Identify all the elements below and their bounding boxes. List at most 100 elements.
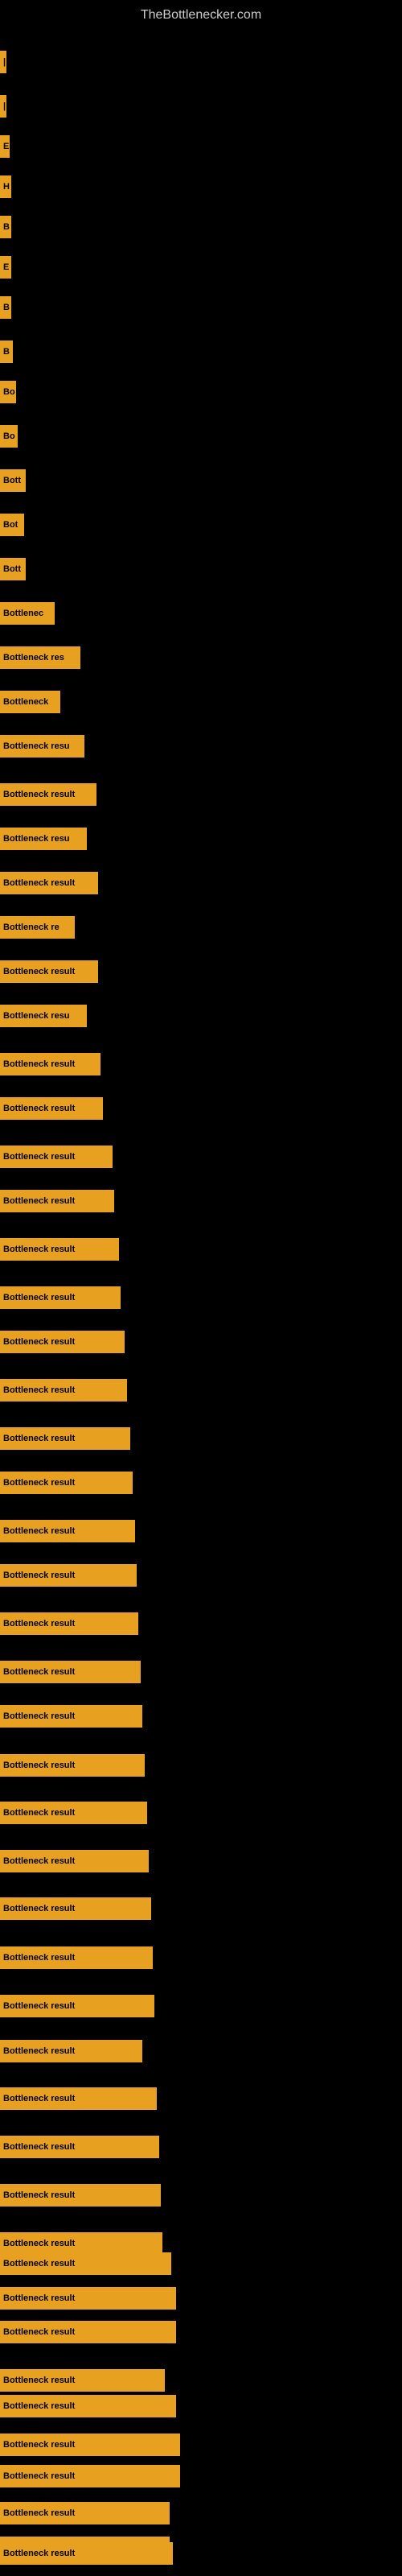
- bar-label: Bottleneck result: [0, 2232, 162, 2255]
- bar-row: Bottleneck result: [0, 1331, 125, 1353]
- bar-label: H: [0, 175, 11, 198]
- bar-label: Bottleneck result: [0, 1612, 138, 1635]
- bar-label: Bottleneck result: [0, 1897, 151, 1920]
- bar-row: Bottleneck result: [0, 1427, 130, 1450]
- bar-label: Bottleneck result: [0, 1754, 145, 1777]
- bar-row: Bottleneck result: [0, 1995, 154, 2017]
- bar-label: Bottleneck result: [0, 1472, 133, 1494]
- bar-label: Bottleneck result: [0, 1946, 153, 1969]
- bar-row: B: [0, 216, 11, 238]
- bar-label: Bottlenec: [0, 602, 55, 625]
- bar-row: Bottleneck result: [0, 2321, 176, 2343]
- bar-label: Bottleneck result: [0, 2087, 157, 2110]
- bar-row: Bottleneck result: [0, 1053, 100, 1075]
- bar-row: Bottleneck result: [0, 1238, 119, 1261]
- bar-row: Bottleneck result: [0, 1472, 133, 1494]
- bar-row: B: [0, 296, 11, 319]
- bar-label: Bottleneck result: [0, 1331, 125, 1353]
- bar-row: Bottleneck result: [0, 1802, 147, 1824]
- bar-row: Bottleneck result: [0, 1705, 142, 1728]
- bar-label: Bottleneck result: [0, 1802, 147, 1824]
- bar-row: E: [0, 135, 10, 158]
- bar-row: Bottleneck result: [0, 2465, 180, 2487]
- bar-label: Bottleneck result: [0, 2040, 142, 2062]
- bar-row: Bottleneck result: [0, 2369, 165, 2392]
- bar-label: Bottleneck result: [0, 1286, 121, 1309]
- bar-row: Bottleneck result: [0, 1897, 151, 1920]
- bar-label: Bottleneck resu: [0, 735, 84, 758]
- bar-row: Bottleneck result: [0, 1850, 149, 1872]
- bar-row: Bott: [0, 469, 26, 492]
- bar-label: Bottleneck re: [0, 916, 75, 939]
- bar-row: Bottleneck result: [0, 1286, 121, 1309]
- bar-label: E: [0, 135, 10, 158]
- bar-label: Bottleneck result: [0, 1427, 130, 1450]
- bar-label: Bottleneck result: [0, 1190, 114, 1212]
- bar-row: Bottleneck result: [0, 2434, 180, 2456]
- bar-row: Bottleneck result: [0, 1754, 145, 1777]
- bar-label: Bo: [0, 381, 16, 403]
- bar-label: Bottleneck res: [0, 646, 80, 669]
- bar-row: B: [0, 341, 13, 363]
- bar-label: Bot: [0, 514, 24, 536]
- bar-row: Bottleneck resu: [0, 1005, 87, 1027]
- bar-label: Bottleneck result: [0, 2321, 176, 2343]
- bar-row: Bottleneck result: [0, 2087, 157, 2110]
- bar-label: Bottleneck result: [0, 783, 96, 806]
- bar-row: |: [0, 51, 6, 73]
- bar-label: Bott: [0, 469, 26, 492]
- bar-label: Bottleneck result: [0, 2287, 176, 2310]
- bar-label: Bottleneck result: [0, 1995, 154, 2017]
- bar-row: Bo: [0, 425, 18, 448]
- bar-label: Bottleneck result: [0, 2502, 170, 2524]
- bar-row: Bottleneck result: [0, 2395, 176, 2417]
- bar-label: Bottleneck result: [0, 1705, 142, 1728]
- bar-row: Bottleneck result: [0, 2184, 161, 2207]
- bar-row: Bottleneck result: [0, 1946, 153, 1969]
- bar-label: Bottleneck result: [0, 2395, 176, 2417]
- bar-row: Bottleneck result: [0, 1564, 137, 1587]
- bar-row: Bottleneck result: [0, 2542, 173, 2565]
- bar-row: Bottleneck result: [0, 2502, 170, 2524]
- bar-row: H: [0, 175, 11, 198]
- bar-label: Bottleneck result: [0, 1379, 127, 1402]
- bar-label: B: [0, 341, 13, 363]
- bar-row: Bottleneck result: [0, 1097, 103, 1120]
- bar-label: Bottleneck result: [0, 1564, 137, 1587]
- bar-row: Bottleneck result: [0, 1190, 114, 1212]
- bar-row: Bottleneck resu: [0, 735, 84, 758]
- bar-row: Bottleneck result: [0, 1379, 127, 1402]
- bar-row: Bottleneck result: [0, 1612, 138, 1635]
- bar-label: E: [0, 256, 11, 279]
- bar-label: Bott: [0, 558, 26, 580]
- bar-row: Bottleneck: [0, 691, 60, 713]
- bar-label: Bottleneck result: [0, 2369, 165, 2392]
- bar-label: Bottleneck result: [0, 1053, 100, 1075]
- bar-row: Bottleneck result: [0, 783, 96, 806]
- bar-label: Bottleneck result: [0, 2136, 159, 2158]
- bar-label: Bottleneck: [0, 691, 60, 713]
- bar-label: Bottleneck result: [0, 1097, 103, 1120]
- bar-label: |: [0, 95, 6, 118]
- bar-row: Bot: [0, 514, 24, 536]
- site-title: TheBottlenecker.com: [0, 0, 402, 27]
- bar-row: Bo: [0, 381, 16, 403]
- bar-row: Bottleneck res: [0, 646, 80, 669]
- bar-row: Bottleneck resu: [0, 828, 87, 850]
- bar-row: Bottleneck result: [0, 960, 98, 983]
- bar-label: Bottleneck result: [0, 2252, 171, 2275]
- bar-row: E: [0, 256, 11, 279]
- bar-label: Bottleneck result: [0, 2465, 180, 2487]
- bar-row: Bottleneck result: [0, 872, 98, 894]
- bar-label: Bottleneck resu: [0, 828, 87, 850]
- bar-row: Bottleneck result: [0, 2136, 159, 2158]
- bar-label: Bottleneck result: [0, 1520, 135, 1542]
- bar-row: Bottleneck result: [0, 2232, 162, 2255]
- bar-label: Bottleneck result: [0, 1238, 119, 1261]
- bar-row: Bottleneck result: [0, 2040, 142, 2062]
- bar-row: Bottleneck result: [0, 1661, 141, 1683]
- bar-row: Bottleneck result: [0, 1520, 135, 1542]
- bar-label: B: [0, 296, 11, 319]
- bar-row: |: [0, 95, 6, 118]
- bar-label: Bottleneck result: [0, 1146, 113, 1168]
